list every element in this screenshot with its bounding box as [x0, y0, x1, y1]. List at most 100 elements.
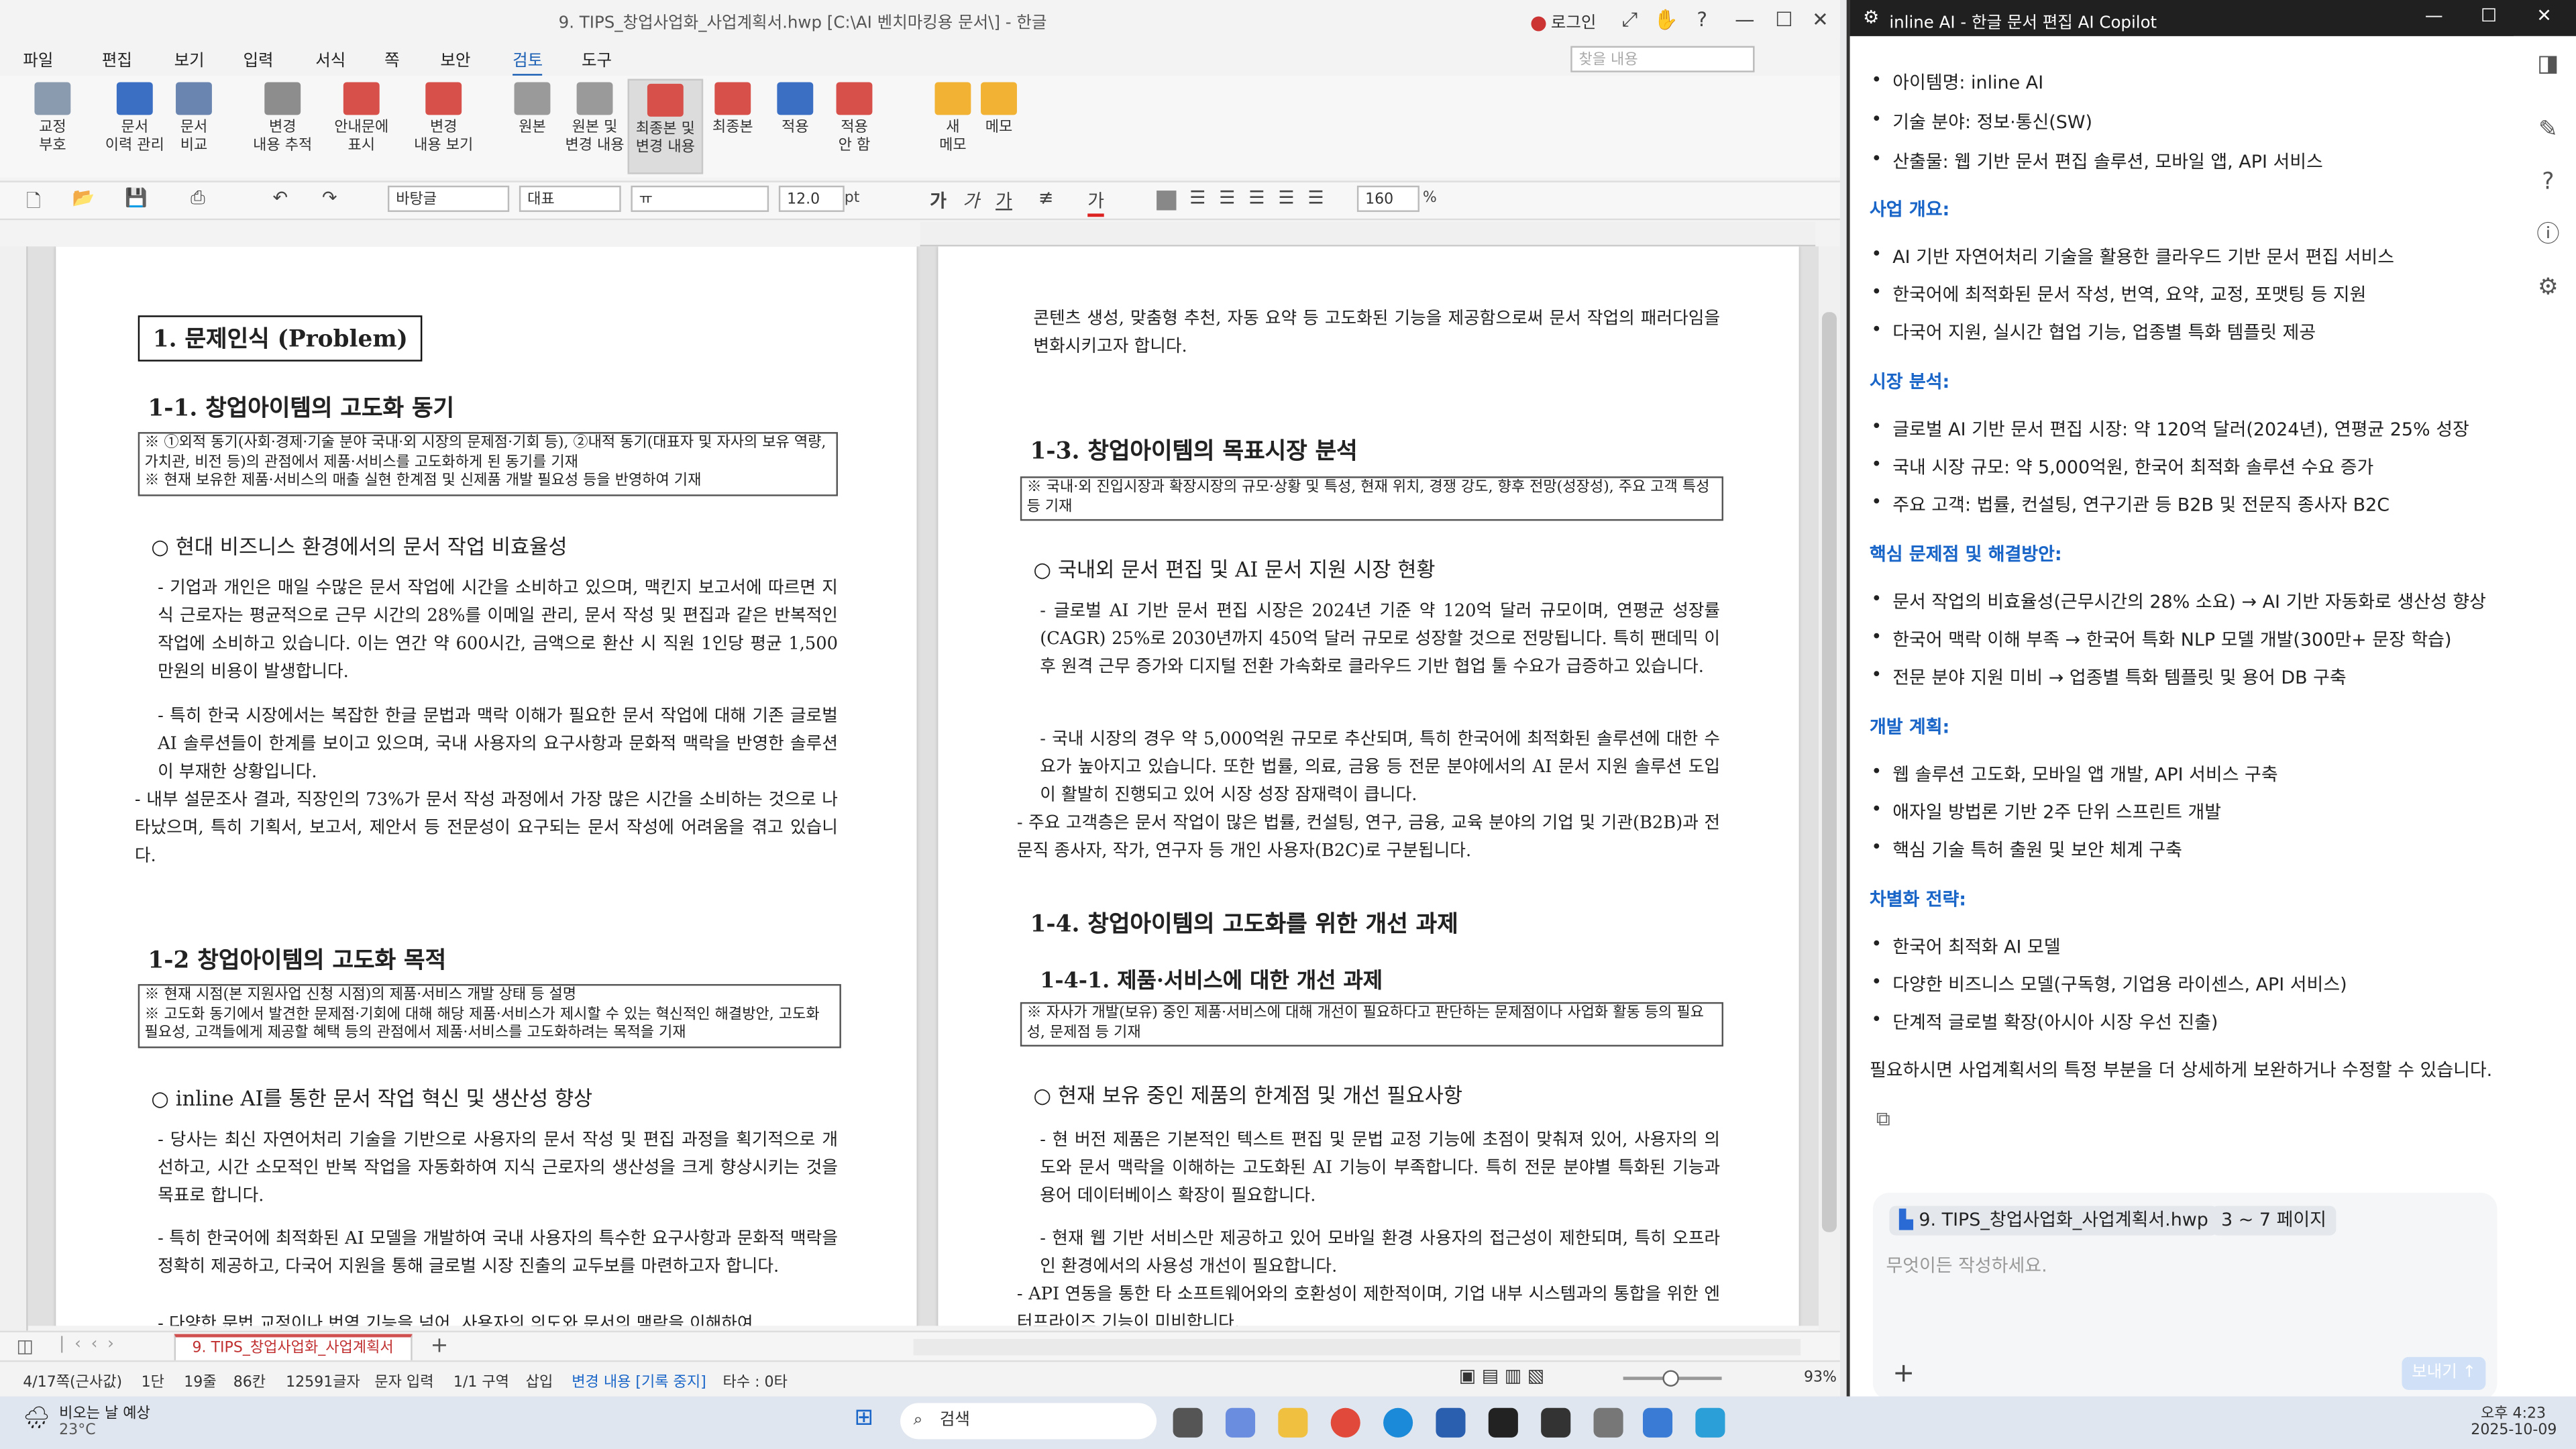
- status-insert[interactable]: 삽입: [526, 1370, 553, 1391]
- add-attachment-icon[interactable]: +: [1892, 1357, 1915, 1389]
- menu-format[interactable]: 서식: [315, 46, 345, 70]
- lang-select[interactable]: 대표: [519, 185, 621, 212]
- search-label: 검색: [939, 1411, 970, 1430]
- proofread-marks-button[interactable]: 교정 부호: [16, 79, 89, 171]
- undo-icon[interactable]: ↶: [273, 187, 288, 209]
- app-icon[interactable]: [1436, 1407, 1466, 1438]
- hwp-icon[interactable]: [1643, 1407, 1673, 1438]
- panel-toggle-icon[interactable]: ◨: [2533, 49, 2563, 78]
- zoom-input[interactable]: 160: [1356, 185, 1419, 212]
- page-nav-icon[interactable]: ◫: [16, 1336, 33, 1357]
- windows-start-icon[interactable]: ⊞: [854, 1405, 873, 1431]
- app-icon[interactable]: [1695, 1407, 1725, 1438]
- copilot-app-icon[interactable]: [1225, 1407, 1256, 1438]
- send-button[interactable]: 보내기 ↑: [2402, 1356, 2486, 1390]
- align-center-icon[interactable]: ☰: [1219, 187, 1235, 209]
- menu-tools[interactable]: 도구: [582, 46, 612, 70]
- menu-review[interactable]: 검토: [513, 46, 543, 78]
- menu-security[interactable]: 보안: [440, 46, 470, 70]
- scroll-thumb[interactable]: [1821, 312, 1837, 1232]
- maximize-button[interactable]: ☐: [2481, 5, 2497, 26]
- app-icon[interactable]: [1488, 1407, 1518, 1438]
- minimize-button[interactable]: —: [1728, 5, 1761, 34]
- show-changes-button[interactable]: 변경 내용 보기: [407, 79, 480, 171]
- horizontal-ruler[interactable]: [920, 221, 1816, 247]
- copy-icon[interactable]: ⧉: [1876, 1108, 1890, 1132]
- task-view-icon[interactable]: [1173, 1407, 1203, 1438]
- file-chip[interactable]: ▙ 9. TIPS_창업사업화_사업계획서.hwp: [1889, 1205, 2218, 1236]
- align-right-icon[interactable]: ☰: [1248, 187, 1265, 209]
- menu-view[interactable]: 보기: [174, 46, 205, 70]
- info-icon[interactable]: ⓘ: [2533, 220, 2563, 250]
- reject-button[interactable]: 적용 안 함: [818, 79, 891, 171]
- font-size-input[interactable]: 12.0: [778, 185, 845, 212]
- menu-edit[interactable]: 편집: [102, 46, 132, 70]
- original-changes-button[interactable]: 원본 및 변경 내용: [559, 79, 631, 171]
- add-tab-icon[interactable]: +: [431, 1334, 449, 1359]
- vertical-scrollbar[interactable]: [1819, 246, 1840, 1331]
- align-justify-icon[interactable]: [1157, 191, 1177, 211]
- redo-icon[interactable]: ↷: [322, 187, 337, 209]
- underline-button[interactable]: 가: [996, 187, 1012, 213]
- zoom-slider-thumb[interactable]: [1662, 1370, 1679, 1387]
- edge-icon[interactable]: [1383, 1407, 1413, 1438]
- horizontal-scrollbar[interactable]: [913, 1338, 1801, 1356]
- strike-icon[interactable]: ≢: [1038, 187, 1054, 209]
- terminal-icon[interactable]: [1541, 1407, 1571, 1438]
- align-dist-icon[interactable]: ☰: [1278, 187, 1294, 209]
- open-icon[interactable]: 📂: [72, 187, 95, 209]
- chat-input-placeholder[interactable]: 무엇이든 작성하세요.: [1886, 1252, 2047, 1278]
- balloon-show-button[interactable]: 안내문에 표시: [325, 79, 398, 171]
- align-split-icon[interactable]: ☰: [1307, 187, 1324, 209]
- find-input[interactable]: 찾을 내용: [1570, 46, 1755, 72]
- clock-time[interactable]: 오후 4:23: [2481, 1401, 2546, 1422]
- new-doc-icon[interactable]: 🗋: [26, 187, 41, 219]
- style-select[interactable]: 바탕글: [387, 185, 510, 212]
- view-mode-icons[interactable]: ▣ ▤ ▥ ▧: [1459, 1365, 1545, 1387]
- zoom-slider[interactable]: [1623, 1370, 1722, 1387]
- page-range-chip[interactable]: 3 ~ 7 페이지: [2211, 1205, 2337, 1236]
- file-explorer-icon[interactable]: [1278, 1407, 1308, 1438]
- align-left-icon[interactable]: ☰: [1189, 187, 1205, 209]
- chat-input-box[interactable]: ▙ 9. TIPS_창업사업화_사업계획서.hwp 3 ~ 7 페이지 무엇이든…: [1872, 1192, 2498, 1397]
- menu-page[interactable]: 쪽: [384, 46, 400, 70]
- weather-icon[interactable]: 🌧: [23, 1406, 50, 1431]
- login-button[interactable]: 로그인: [1531, 8, 1596, 33]
- document-area[interactable]: 1. 문제인식 (Problem) 1-1. 창업아이템의 고도화 동기 ※ ①…: [28, 246, 1819, 1326]
- edit-icon[interactable]: ✎: [2533, 115, 2563, 144]
- menu-insert[interactable]: 입력: [243, 46, 273, 70]
- chrome-icon[interactable]: [1330, 1407, 1360, 1438]
- window-title: 9. TIPS_창업사업화_사업계획서.hwp [C:\AI 벤치마킹용 문서\…: [558, 15, 1047, 33]
- close-button[interactable]: ✕: [1804, 5, 1837, 34]
- bold-button[interactable]: 가: [930, 187, 947, 213]
- ribbon-label: 변경 내용 보기: [414, 119, 474, 155]
- original-button[interactable]: 원본: [496, 79, 569, 171]
- doc-compare-button[interactable]: 문서 비교: [158, 79, 230, 171]
- tab-nav-arrows[interactable]: |‹‹›: [59, 1336, 123, 1354]
- settings-icon[interactable]: ⚙: [2533, 273, 2563, 303]
- track-changes-button[interactable]: 변경 내용 추적: [246, 79, 319, 171]
- weather-text[interactable]: 비오는 날 예상: [59, 1401, 150, 1422]
- font-color-button[interactable]: 가: [1087, 187, 1105, 217]
- clock-date[interactable]: 2025-10-09: [2471, 1423, 2557, 1439]
- inline-ai-icon[interactable]: [1593, 1407, 1623, 1438]
- hand-icon[interactable]: ✋: [1650, 5, 1682, 34]
- memo-button[interactable]: 메모: [963, 79, 1035, 171]
- help-icon[interactable]: ?: [1686, 5, 1719, 34]
- save-icon[interactable]: 💾: [125, 187, 148, 209]
- taskbar-search[interactable]: ⌕ 검색: [900, 1403, 1157, 1440]
- maximize-button[interactable]: ☐: [1768, 5, 1801, 34]
- vertical-ruler[interactable]: [0, 246, 28, 1331]
- status-track[interactable]: 변경 내용 [기록 중지]: [572, 1370, 706, 1391]
- final-changes-button[interactable]: 최종본 및 변경 내용: [627, 78, 704, 174]
- italic-button[interactable]: 가: [963, 187, 979, 213]
- help-icon[interactable]: ?: [2533, 168, 2563, 197]
- final-button[interactable]: 최종본: [696, 79, 769, 171]
- fullscreen-icon[interactable]: ⤢: [1613, 5, 1646, 34]
- font-select[interactable]: ㅠ: [631, 185, 769, 212]
- minimize-button[interactable]: —: [2425, 5, 2443, 26]
- menu-file[interactable]: 파일: [23, 46, 53, 70]
- status-bar: 4/17쪽(근사값) 1단 19줄 86칸 12591글자 문자 입력 1/1 …: [0, 1360, 1840, 1395]
- print-icon[interactable]: ⎙: [191, 187, 205, 210]
- close-button[interactable]: ✕: [2536, 5, 2552, 26]
